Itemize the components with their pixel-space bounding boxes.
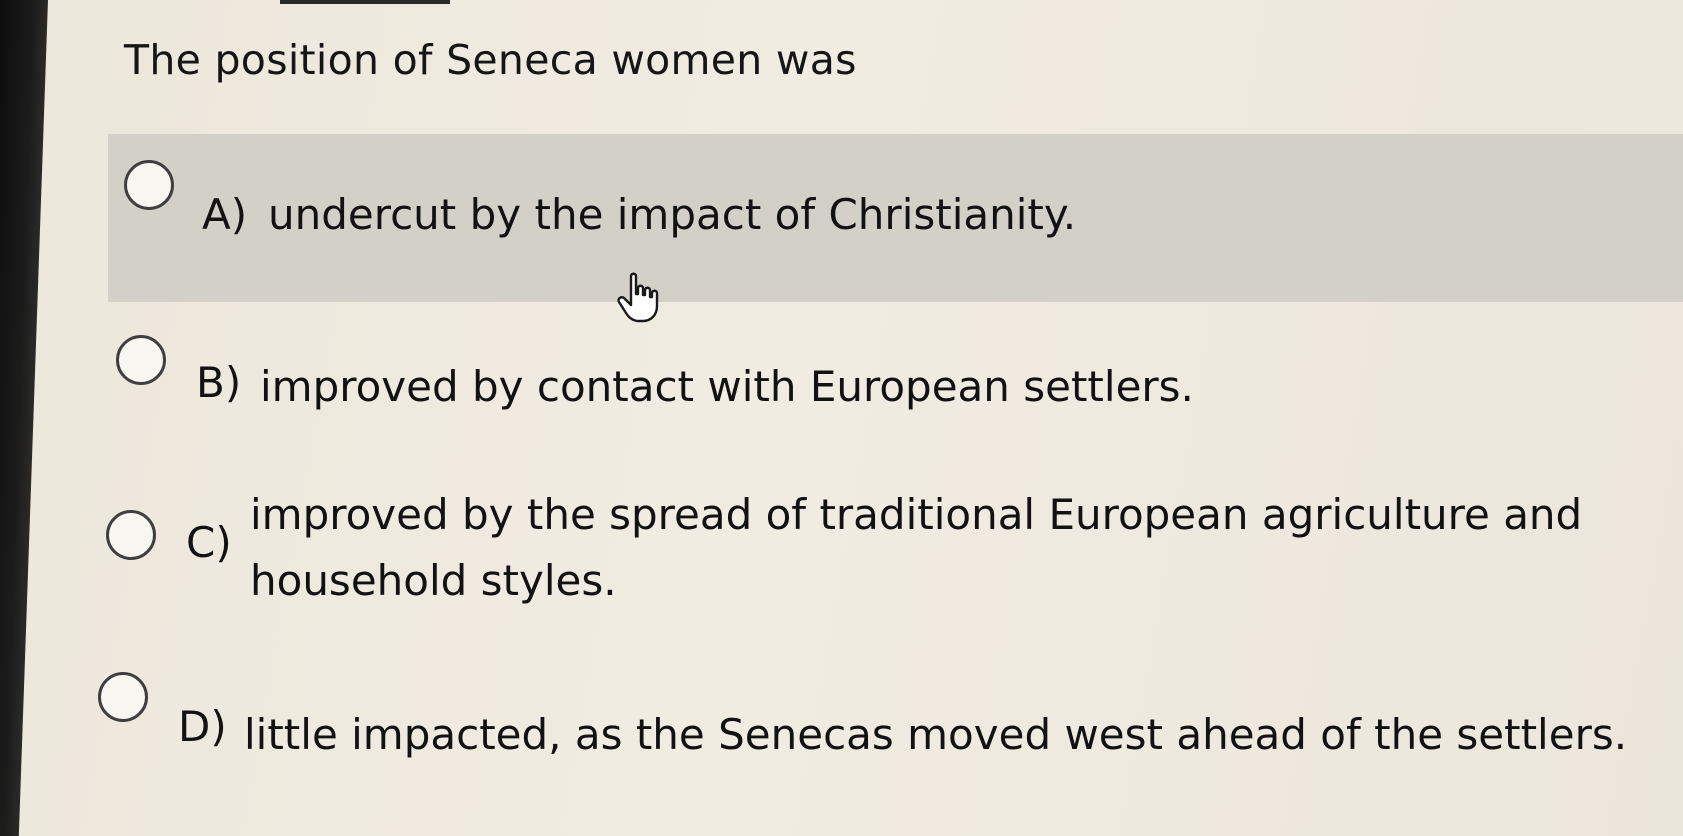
answer-option-a[interactable]: A) undercut by the impact of Christianit…	[108, 134, 1683, 302]
option-letter-d: D)	[178, 702, 227, 751]
option-letter-c: C)	[186, 518, 232, 567]
radio-button-a[interactable]	[124, 160, 174, 210]
answer-option-c[interactable]: C) improved by the spread of traditional…	[92, 490, 1683, 630]
monitor-top-edge	[280, 0, 450, 4]
question-text: The position of Seneca women was	[124, 36, 857, 84]
option-letter-a: A)	[202, 190, 248, 239]
option-text-d: little impacted, as the Senecas moved we…	[244, 710, 1628, 759]
option-text-b: improved by contact with European settle…	[260, 362, 1194, 411]
monitor-bezel	[0, 0, 48, 836]
radio-button-b[interactable]	[116, 335, 166, 385]
radio-button-d[interactable]	[98, 672, 148, 722]
option-text-a: undercut by the impact of Christianity.	[268, 190, 1077, 239]
option-text-c: improved by the spread of traditional Eu…	[250, 490, 1583, 605]
hand-pointer-icon	[617, 272, 659, 323]
option-letter-b: B)	[196, 358, 242, 407]
radio-button-c[interactable]	[106, 510, 156, 560]
quiz-screen: The position of Seneca women was A) unde…	[0, 0, 1683, 836]
answer-option-b[interactable]: B) improved by contact with European set…	[100, 318, 1683, 438]
answer-option-d[interactable]: D) little impacted, as the Senecas moved…	[86, 666, 1683, 786]
